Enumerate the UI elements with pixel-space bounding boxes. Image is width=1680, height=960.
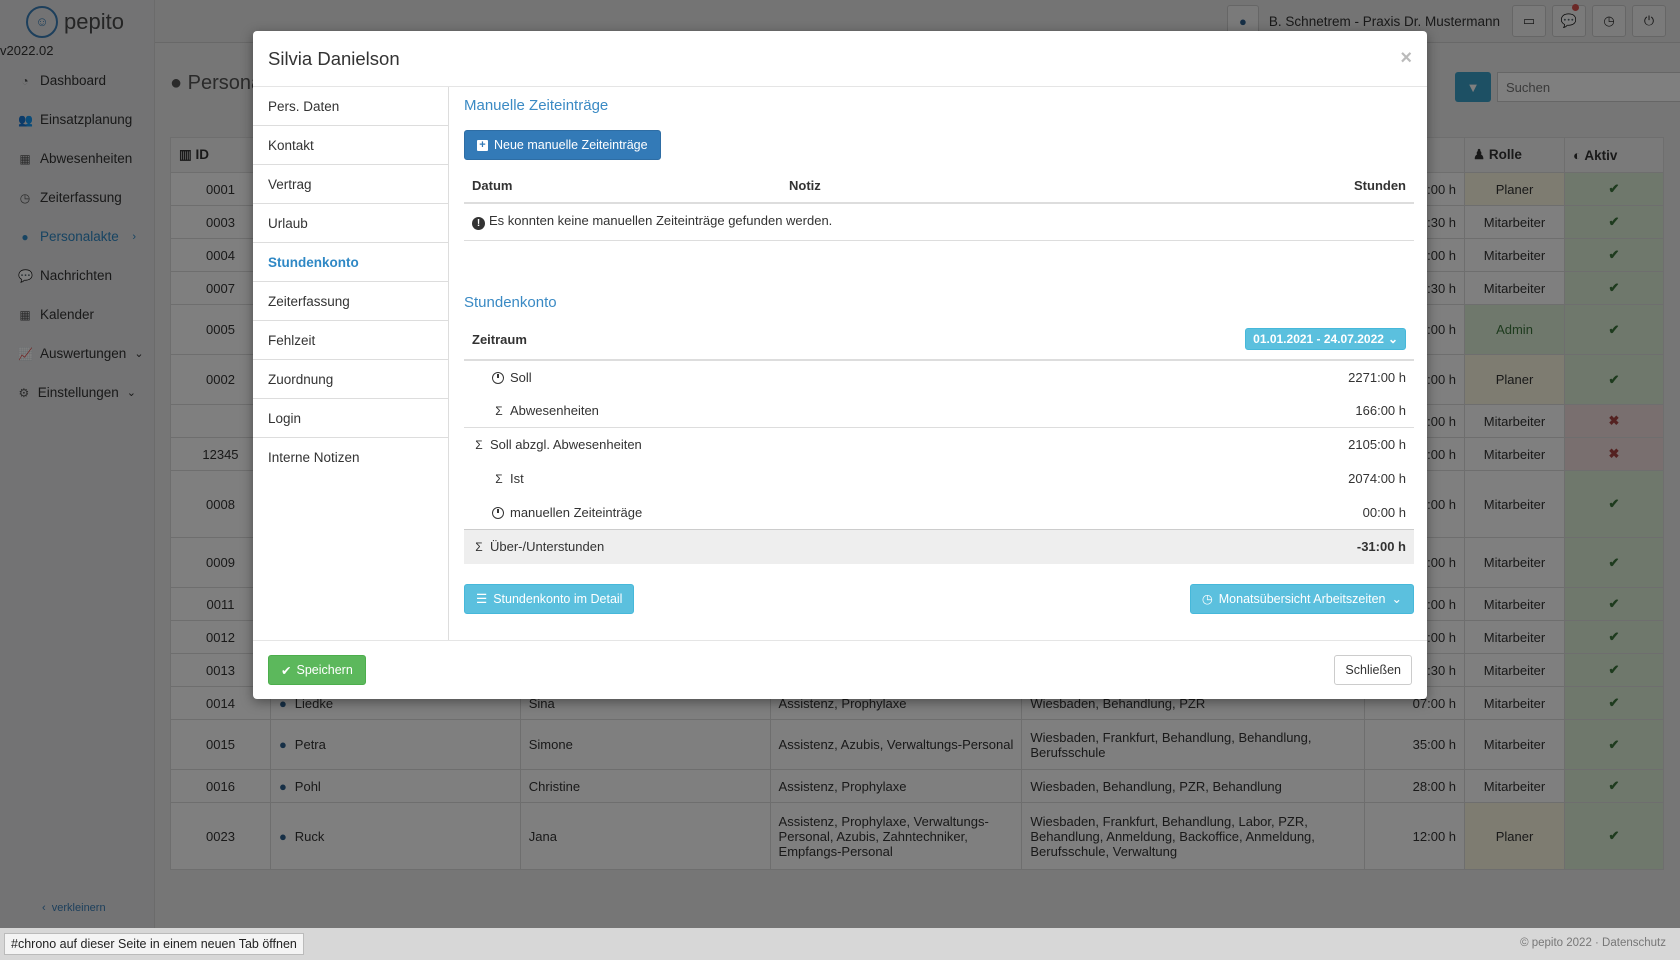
period-row: Zeitraum 01.01.2021 - 24.07.2022 ⌄ (464, 319, 1414, 361)
account-table: Zeitraum 01.01.2021 - 24.07.2022 ⌄ Soll 2… (464, 319, 1414, 564)
period-dropdown[interactable]: 01.01.2021 - 24.07.2022 ⌄ (1245, 328, 1406, 350)
copyright[interactable]: © pepito 2022 · Datenschutz (1520, 937, 1666, 949)
plus-square-icon: + (477, 139, 488, 151)
row-label-text: Ist (510, 471, 524, 486)
period-cell: 01.01.2021 - 24.07.2022 ⌄ (951, 319, 1414, 361)
close-icon[interactable]: × (1400, 47, 1412, 70)
account-detail-button[interactable]: ☰ Stundenkonto im Detail (464, 583, 635, 614)
row-value: 2074:00 h (1348, 471, 1406, 486)
row-label-text: manuellen Zeiteinträge (510, 504, 643, 520)
manual-entries-table: Datum Notiz Stunden ! Es konnten keine ma… (464, 169, 1414, 241)
table-row: Σ Soll abzgl. Abwesenheiten 2105:00 h (464, 427, 1414, 462)
clock-icon (492, 371, 504, 384)
close-button[interactable]: Schließen (1334, 655, 1412, 685)
button-label: Monatsübersicht Arbeitszeiten (1218, 591, 1386, 606)
row-label: Σ Soll abzgl. Abwesenheiten (464, 427, 952, 462)
row-label-text: Soll abzgl. Abwesenheiten (490, 437, 642, 453)
tab-urlaub[interactable]: Urlaub (253, 204, 448, 243)
table-row: manuellen Zeiteinträge 00:00 h (464, 496, 1414, 530)
row-value: 2271:00 h (1348, 369, 1406, 385)
employee-modal: Silvia Danielson × Pers. Daten Kontakt V… (253, 31, 1427, 699)
empty-message: ! Es konnten keine manuellen Zeiteinträge… (464, 203, 1414, 241)
chevron-down-icon: ⌄ (1387, 332, 1398, 346)
col-stunden: Stunden (1042, 169, 1414, 204)
info-icon: ! (472, 217, 485, 231)
row-label-text: Soll (510, 369, 532, 385)
modal-title: Silvia Danielson (268, 47, 400, 69)
row-label: Σ Über-/Unterstunden (464, 529, 952, 564)
table-header-row: Datum Notiz Stunden (464, 169, 1414, 204)
sigma-icon: Σ (475, 438, 483, 453)
table-row: ! Es konnten keine manuellen Zeiteinträge… (464, 203, 1414, 241)
manual-entries-title: Manuelle Zeiteinträge (464, 97, 609, 114)
tab-kontakt[interactable]: Kontakt (253, 126, 448, 165)
tab-login[interactable]: Login (253, 399, 448, 438)
col-notiz: Notiz (781, 169, 1043, 204)
modal-header: Silvia Danielson × (253, 31, 1427, 87)
check-icon: ✔ (281, 663, 292, 678)
period-value: 01.01.2021 - 24.07.2022 (1253, 332, 1384, 346)
clock-icon: ◷ (1201, 592, 1213, 606)
list-icon: ☰ (476, 592, 488, 606)
row-label: manuellen Zeiteinträge (464, 496, 951, 530)
modal-body: Pers. Daten Kontakt Vertrag Urlaub Stund… (253, 87, 1427, 640)
sigma-icon: Σ (495, 472, 503, 486)
tab-pers-daten[interactable]: Pers. Daten (253, 87, 448, 126)
row-label-text: Abwesenheiten (510, 402, 599, 418)
tab-interne-notizen[interactable]: Interne Notizen (253, 438, 448, 477)
table-row: Σ Ist 2074:00 h (464, 462, 1414, 496)
total-row: Σ Über-/Unterstunden -31:00 h (464, 529, 1414, 564)
tab-vertrag[interactable]: Vertrag (253, 165, 448, 204)
total-value: -31:00 h (951, 529, 1414, 564)
row-value: 166:00 h (1355, 402, 1406, 418)
modal-tabs: Pers. Daten Kontakt Vertrag Urlaub Stund… (253, 87, 449, 640)
row-value: 2105:00 h (951, 427, 1414, 462)
save-button[interactable]: ✔ Speichern (268, 655, 366, 685)
monthly-overview-button[interactable]: ◷ Monatsübersicht Arbeitszeiten ⌄ (1189, 583, 1414, 614)
row-label: Σ Abwesenheiten (464, 394, 951, 428)
new-manual-entry-button[interactable]: + Neue manuelle Zeiteinträge (464, 130, 661, 160)
button-label: Neue manuelle Zeiteinträge (494, 138, 648, 152)
account-title: Stundenkonto (464, 293, 557, 311)
tab-zuordnung[interactable]: Zuordnung (253, 360, 448, 399)
modal-footer: ✔ Speichern Schließen (253, 640, 1427, 699)
tab-content: Manuelle Zeiteinträge + Neue manuelle Zei… (464, 87, 1414, 614)
status-link-hint: #chrono auf dieser Seite in einem neuen … (4, 933, 304, 955)
empty-message-text: Es konnten keine manuellen Zeiteinträge … (489, 213, 833, 229)
tab-stundenkonto[interactable]: Stundenkonto (253, 243, 448, 282)
status-bar: #chrono auf dieser Seite in einem neuen … (0, 928, 1680, 960)
table-row: Σ Abwesenheiten 166:00 h (464, 394, 1414, 428)
row-label: Σ Ist (464, 462, 951, 496)
table-row: Soll 2271:00 h (464, 360, 1414, 394)
row-label-text: Über-/Unterstunden (490, 539, 605, 555)
tab-fehlzeit[interactable]: Fehlzeit (253, 321, 448, 360)
chevron-down-icon: ⌄ (1391, 592, 1402, 606)
row-value: 00:00 h (1362, 504, 1406, 520)
clock-icon (492, 506, 504, 519)
sigma-icon: Σ (475, 540, 483, 555)
row-label: Soll (464, 360, 951, 394)
button-label: Speichern (296, 663, 353, 677)
account-actions: ☰ Stundenkonto im Detail ◷ Monatsübersicht… (464, 583, 1414, 614)
col-datum: Datum (464, 169, 781, 204)
sigma-icon: Σ (495, 403, 503, 418)
button-label: Stundenkonto im Detail (493, 591, 623, 606)
tab-zeiterfassung[interactable]: Zeiterfassung (253, 282, 448, 321)
period-label: Zeitraum (464, 319, 952, 361)
